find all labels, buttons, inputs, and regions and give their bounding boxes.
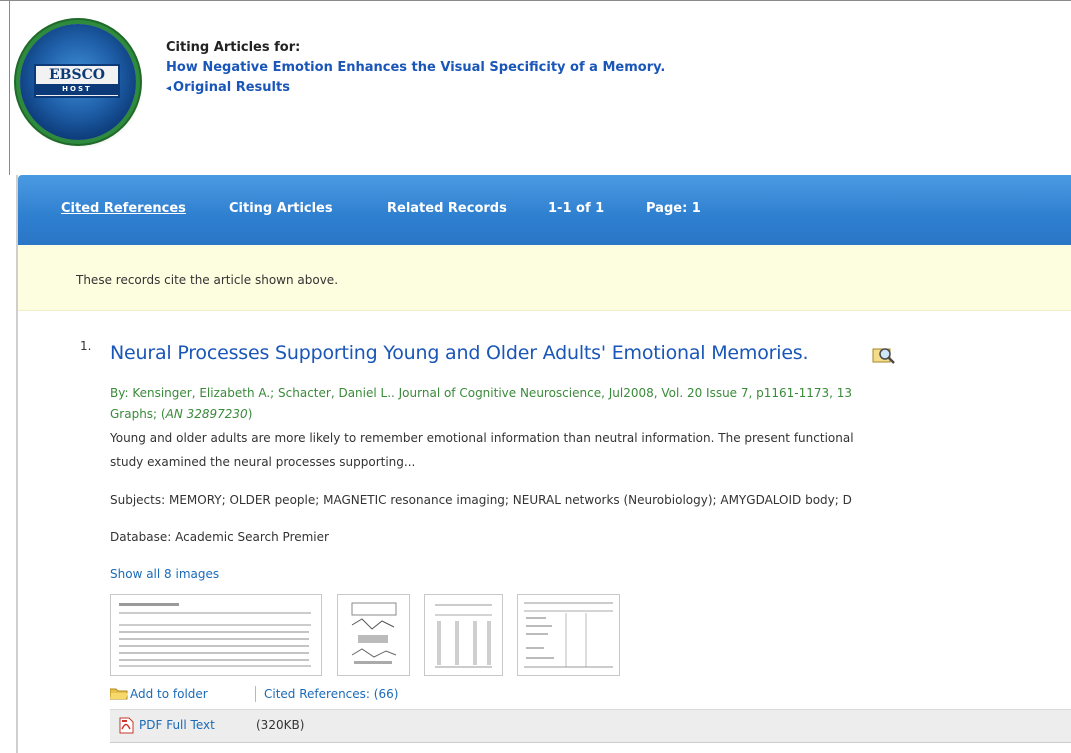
original-results-link[interactable]: ◂ Original Results — [166, 78, 665, 99]
info-notice: These records cite the article shown abo… — [18, 245, 1071, 311]
pdf-full-text-link[interactable]: PDF Full Text — [139, 718, 215, 732]
logo-subtext: HOST — [36, 84, 118, 95]
image-thumbnail-1[interactable] — [110, 594, 322, 676]
result-title-link[interactable]: Neural Processes Supporting Young and Ol… — [110, 342, 809, 364]
window-top-border — [0, 0, 1071, 1]
tab-related-records[interactable]: Related Records — [387, 201, 507, 216]
tab-cited-references[interactable]: Cited References — [61, 201, 186, 216]
back-arrow-icon: ◂ — [166, 83, 172, 94]
full-text-bar — [110, 709, 1071, 743]
byline-graphs: Graphs; ( — [110, 407, 166, 421]
result-byline: By: Kensinger, Elizabeth A.; Schacter, D… — [110, 386, 853, 400]
page-indicator: Page: 1 — [646, 201, 701, 216]
image-thumbnail-3[interactable] — [424, 594, 503, 676]
byline-close: ) — [247, 407, 253, 421]
original-results-label: Original Results — [173, 80, 290, 95]
magnifier-preview-icon[interactable] — [872, 346, 896, 364]
notice-text: These records cite the article shown abo… — [76, 273, 339, 287]
header-label: Citing Articles for: — [166, 40, 301, 55]
window-left-border — [9, 0, 10, 175]
pdf-icon — [119, 717, 134, 734]
result-abstract: Young and older adults are more likely t… — [110, 426, 854, 474]
cited-references-link[interactable]: Cited References: (66) — [264, 687, 398, 701]
abstract-line-2: study examined the neural processes supp… — [110, 455, 416, 469]
abstract-line-1: Young and older adults are more likely t… — [110, 431, 854, 445]
cited-article-title-link[interactable]: How Negative Emotion Enhances the Visual… — [166, 58, 665, 78]
tab-citing-articles[interactable]: Citing Articles — [229, 201, 333, 216]
show-all-images-link[interactable]: Show all 8 images — [110, 567, 219, 581]
result-subjects: Subjects: MEMORY; OLDER people; MAGNETIC… — [110, 493, 852, 507]
logo-text: EBSCO — [49, 67, 105, 83]
result-byline-continued: Graphs; (AN 32897230) — [110, 404, 252, 425]
citing-articles-header: Citing Articles for: How Negative Emotio… — [166, 38, 665, 99]
results-toolbar: Cited References Citing Articles Related… — [18, 175, 1071, 245]
add-to-folder-link[interactable]: Add to folder — [130, 687, 208, 701]
result-number: 1. — [80, 339, 92, 353]
image-thumbnail-2[interactable] — [337, 594, 410, 676]
ebsco-logo-plate: EBSCO HOST — [34, 64, 120, 98]
result-count: 1-1 of 1 — [548, 201, 605, 216]
link-separator — [255, 686, 256, 702]
folder-icon — [110, 688, 128, 700]
result-divider — [110, 742, 1071, 743]
image-thumbnail-4[interactable] — [517, 594, 620, 676]
ebsco-logo[interactable]: EBSCO HOST — [20, 24, 136, 140]
result-database: Database: Academic Search Premier — [110, 530, 329, 544]
pdf-file-size: (320KB) — [256, 718, 305, 732]
accession-number: AN 32897230 — [165, 407, 248, 421]
